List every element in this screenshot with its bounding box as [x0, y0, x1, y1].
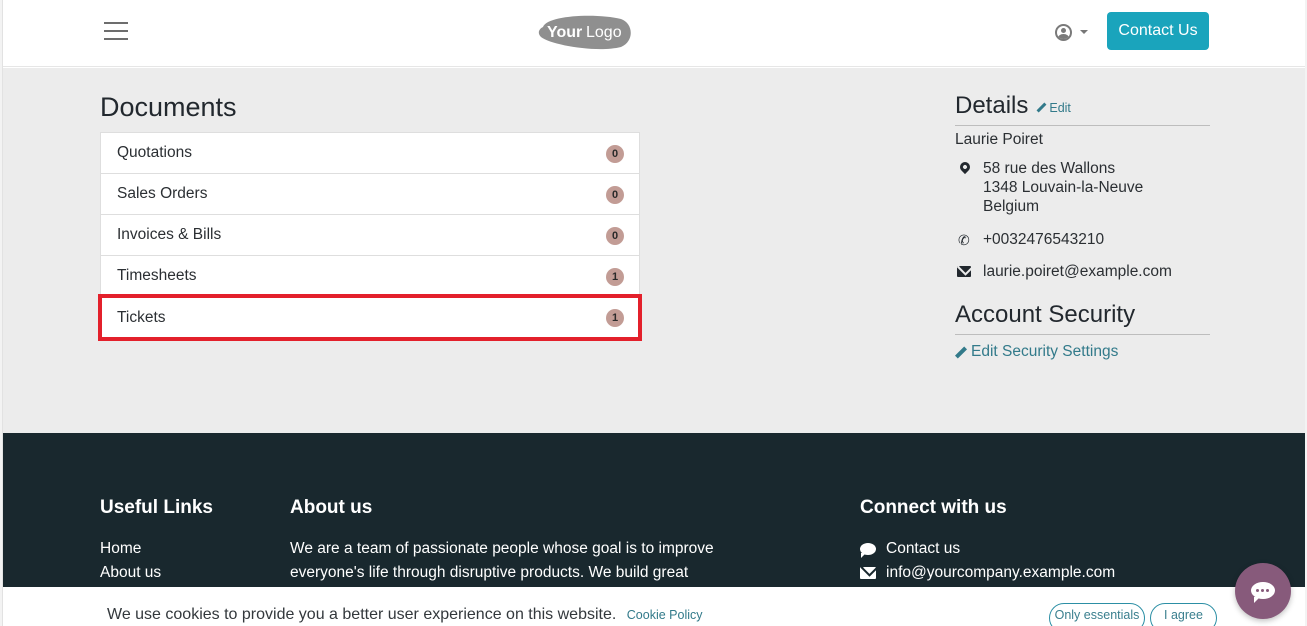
contact-us-button[interactable]: Contact Us [1107, 12, 1209, 50]
portal-main: Documents Quotations 0 Sales Orders 0 In… [3, 68, 1305, 433]
address-line: 1348 Louvain-la-Neuve [983, 179, 1144, 196]
caret-down-icon [1080, 30, 1088, 34]
details-panel: Details Edit Laurie Poiret 58 rue des Wa… [955, 92, 1210, 361]
comment-icon [860, 543, 876, 558]
footer-email-link[interactable]: info@yourcompany.example.com [860, 561, 1115, 585]
footer-contact-link[interactable]: Contact us [860, 537, 1115, 561]
document-item-sales-orders[interactable]: Sales Orders 0 [101, 174, 639, 215]
document-item-quotations[interactable]: Quotations 0 [101, 133, 639, 174]
details-title: Details [955, 92, 1029, 119]
details-header: Details Edit [955, 92, 1210, 126]
map-marker-icon [957, 159, 973, 175]
address: 58 rue des Wallons 1348 Louvain-la-Neuve… [983, 159, 1143, 216]
connect-title: Connect with us [860, 497, 1007, 518]
pencil-icon [1036, 103, 1046, 113]
edit-label: Edit [1049, 101, 1071, 115]
pencil-icon [955, 347, 965, 357]
phone-number: +0032476543210 [983, 231, 1105, 248]
document-item-invoices-bills[interactable]: Invoices & Bills 0 [101, 215, 639, 256]
footer-link-home[interactable]: Home [100, 537, 213, 561]
security-title: Account Security [955, 301, 1136, 328]
email-row: laurie.poiret@example.com [955, 262, 1210, 281]
menu-toggle-button[interactable] [104, 20, 130, 42]
chat-bubble-icon [1251, 582, 1275, 603]
count-badge: 0 [606, 227, 624, 245]
documents-title: Documents [100, 92, 237, 122]
address-line: Belgium [983, 198, 1039, 215]
logo-text-light: Logo [586, 24, 622, 41]
contact-name: Laurie Poiret [955, 131, 1043, 148]
hamburger-line [104, 30, 128, 32]
about-title: About us [290, 497, 373, 518]
company-email: info@yourcompany.example.com [886, 564, 1116, 581]
edit-details-link[interactable]: Edit [1036, 101, 1071, 115]
count-badge: 0 [606, 145, 624, 163]
contact-label: Contact us [886, 540, 961, 557]
live-chat-button[interactable] [1235, 563, 1291, 619]
user-menu-dropdown[interactable] [1055, 22, 1088, 42]
footer-link-about[interactable]: About us [100, 561, 213, 585]
envelope-icon [860, 567, 876, 579]
count-badge: 1 [606, 309, 624, 327]
cookie-bar: We use cookies to provide you a better u… [3, 587, 1305, 626]
document-item-tickets[interactable]: Tickets 1 [98, 294, 642, 341]
only-essentials-button[interactable]: Only essentials [1049, 603, 1145, 626]
useful-links-column: Useful Links Home About us [100, 497, 213, 585]
cookie-text: We use cookies to provide you a better u… [107, 606, 617, 623]
address-line: 58 rue des Wallons [983, 160, 1116, 177]
account-security-section: Account Security Edit Security Settings [955, 301, 1210, 361]
site-logo[interactable]: Your Logo [537, 11, 633, 51]
security-link-label: Edit Security Settings [971, 343, 1119, 360]
phone-icon: ✆ [958, 232, 970, 248]
logo-icon: Your Logo [538, 15, 631, 50]
document-label: Quotations [117, 144, 192, 161]
document-label: Invoices & Bills [117, 226, 222, 243]
count-badge: 0 [606, 186, 624, 204]
document-label: Sales Orders [117, 185, 208, 202]
documents-list: Quotations 0 Sales Orders 0 Invoices & B… [98, 132, 642, 341]
cookie-policy-link[interactable]: Cookie Policy [627, 608, 703, 622]
hamburger-line [104, 38, 128, 40]
document-label: Tickets [117, 308, 166, 326]
count-badge: 1 [606, 268, 624, 286]
about-column: About us We are a team of passionate peo… [290, 497, 740, 585]
address-row: 58 rue des Wallons 1348 Louvain-la-Neuve… [955, 159, 1210, 216]
document-label: Timesheets [117, 267, 197, 284]
security-header: Account Security [955, 301, 1210, 335]
connect-column: Connect with us Contact us info@yourcomp… [860, 497, 1115, 585]
hamburger-line [104, 22, 128, 24]
user-avatar-icon [1055, 23, 1072, 41]
site-footer: Useful Links Home About us About us We a… [3, 433, 1305, 587]
envelope-icon [957, 266, 971, 277]
document-item-timesheets[interactable]: Timesheets 1 [101, 256, 639, 297]
useful-links-title: Useful Links [100, 497, 213, 518]
about-text: We are a team of passionate people whose… [290, 540, 714, 581]
phone-row: ✆ +0032476543210 [955, 230, 1210, 249]
i-agree-button[interactable]: I agree [1150, 603, 1217, 626]
email-address: laurie.poiret@example.com [983, 263, 1172, 280]
logo-text-bold: Your [547, 24, 582, 41]
window-border-left [0, 0, 3, 626]
cookie-message: We use cookies to provide you a better u… [107, 606, 703, 624]
edit-security-settings-link[interactable]: Edit Security Settings [955, 343, 1210, 361]
site-header: Your Logo Contact Us [3, 0, 1305, 67]
